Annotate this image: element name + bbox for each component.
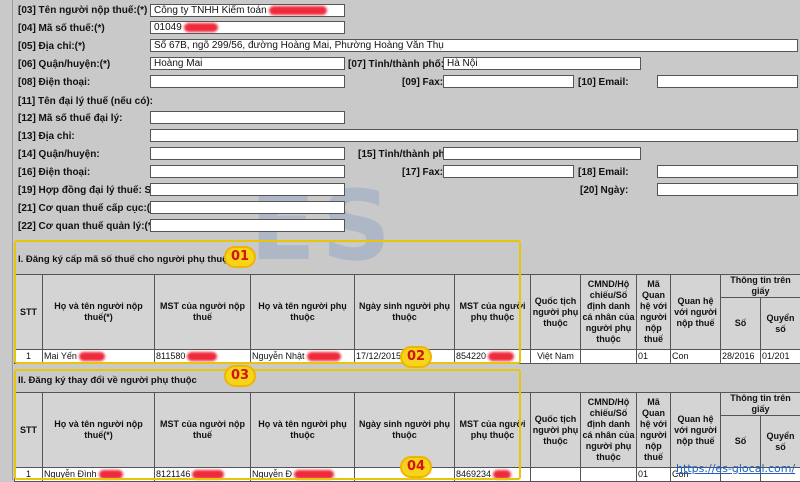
label-f22: [22] Cơ quan thuế quản lý:(*) bbox=[18, 221, 155, 233]
col-relation: Quan hệ với người nộp thuế bbox=[671, 275, 721, 350]
province-value: Hà Nội bbox=[447, 58, 478, 69]
tax-form-sheet: ES [03] Tên người nộp thuế:(*) Công ty T… bbox=[0, 0, 800, 480]
label-f03: [03] Tên người nộp thuế:(*) bbox=[18, 5, 147, 17]
agent-fax-field[interactable] bbox=[443, 165, 574, 178]
col-paper-info: Thông tin trên giấy bbox=[721, 275, 800, 298]
cell[interactable]: 28/2016 bbox=[721, 350, 761, 364]
agent-phone-field[interactable] bbox=[150, 165, 345, 178]
contract-number-field[interactable] bbox=[150, 183, 345, 196]
agent-tax-code-field[interactable] bbox=[150, 111, 345, 124]
taxpayer-name-value: Công ty TNHH Kiểm toán bbox=[154, 5, 267, 16]
label-f11: [11] Tên đại lý thuế (nếu có): bbox=[18, 96, 153, 108]
annotation-badge-03: 03 bbox=[224, 365, 256, 387]
annotation-badge-04: 04 bbox=[400, 456, 432, 478]
label-f15: [15] Tỉnh/thành phố: bbox=[358, 149, 454, 161]
address-value: Số 67B, ngõ 299/56, đường Hoàng Mai, Phư… bbox=[154, 40, 444, 51]
label-f13: [13] Địa chỉ: bbox=[18, 131, 75, 143]
agent-email-field[interactable] bbox=[657, 165, 798, 178]
highlight-box-section2 bbox=[14, 369, 521, 480]
label-f07: [07] Tỉnh/thành phố:(*) bbox=[348, 59, 455, 71]
col-paper-info: Thông tin trên giấy bbox=[721, 393, 800, 416]
agent-district-field[interactable] bbox=[150, 147, 345, 160]
agent-address-field[interactable] bbox=[150, 129, 798, 142]
highlight-box-section1 bbox=[14, 240, 521, 364]
redaction-mark bbox=[269, 6, 327, 15]
grid-line bbox=[12, 0, 13, 480]
label-f04: [04] Mã số thuế:(*) bbox=[18, 23, 105, 35]
label-f18: [18] Email: bbox=[578, 167, 629, 179]
col-nationality: Quốc tịch người phụ thuộc bbox=[531, 393, 581, 468]
redaction-mark bbox=[184, 23, 218, 32]
col-relation-code: Mã Quan hệ với người nộp thuế bbox=[637, 393, 671, 468]
label-f08: [08] Điện thoại: bbox=[18, 77, 90, 89]
tax-dept-field[interactable] bbox=[150, 201, 345, 214]
col-book-number: Quyển số bbox=[761, 298, 800, 350]
col-relation-code: Mã Quan hệ với người nộp thuế bbox=[637, 275, 671, 350]
cell[interactable]: 01 bbox=[637, 350, 671, 364]
district-field[interactable]: Hoàng Mai bbox=[150, 57, 345, 70]
district-value: Hoàng Mai bbox=[154, 58, 202, 69]
label-f17: [17] Fax: bbox=[402, 167, 443, 179]
cell[interactable] bbox=[581, 350, 637, 364]
annotation-badge-02: 02 bbox=[400, 346, 432, 368]
province-field[interactable]: Hà Nội bbox=[443, 57, 641, 70]
col-number: Số bbox=[721, 298, 761, 350]
cell[interactable]: 01 bbox=[637, 468, 671, 482]
col-nationality: Quốc tịch người phụ thuộc bbox=[531, 275, 581, 350]
col-relation: Quan hệ với người nộp thuế bbox=[671, 393, 721, 468]
label-f14: [14] Quận/huyện: bbox=[18, 149, 100, 161]
annotation-badge-01: 01 bbox=[224, 246, 256, 268]
col-id-number: CMND/Hộ chiếu/Số định danh cá nhân của n… bbox=[581, 275, 637, 350]
label-f16: [16] Điện thoại: bbox=[18, 167, 90, 179]
address-field[interactable]: Số 67B, ngõ 299/56, đường Hoàng Mai, Phư… bbox=[150, 39, 798, 52]
tax-authority-field[interactable] bbox=[150, 219, 345, 232]
label-f12: [12] Mã số thuế đại lý: bbox=[18, 113, 122, 125]
label-f10: [10] Email: bbox=[578, 77, 629, 89]
col-book-number: Quyển số bbox=[761, 416, 800, 468]
contract-date-field[interactable] bbox=[657, 183, 798, 196]
label-f20: [20] Ngày: bbox=[580, 185, 628, 197]
label-f19: [19] Hợp đồng đại lý thuế: Số: bbox=[18, 185, 161, 197]
agent-province-field[interactable] bbox=[443, 147, 641, 160]
email-field[interactable] bbox=[657, 75, 798, 88]
tax-code-value: 01049 bbox=[154, 22, 182, 33]
cell[interactable]: Con bbox=[671, 350, 721, 364]
cell[interactable]: 01/201 bbox=[761, 350, 800, 364]
cell[interactable] bbox=[531, 468, 581, 482]
label-f21: [21] Cơ quan thuế cấp cục:(*) bbox=[18, 203, 157, 215]
label-f05: [05] Địa chỉ:(*) bbox=[18, 41, 85, 53]
fax-field[interactable] bbox=[443, 75, 574, 88]
cell[interactable]: Việt Nam bbox=[531, 350, 581, 364]
source-url[interactable]: https://es-glocal.com/ bbox=[676, 462, 795, 475]
col-number: Số bbox=[721, 416, 761, 468]
taxpayer-name-field[interactable]: Công ty TNHH Kiểm toán bbox=[150, 4, 345, 17]
label-f06: [06] Quận/huyện:(*) bbox=[18, 59, 110, 71]
label-f09: [09] Fax: bbox=[402, 77, 443, 89]
cell[interactable] bbox=[581, 468, 637, 482]
tax-code-field[interactable]: 01049 bbox=[150, 21, 345, 34]
phone-field[interactable] bbox=[150, 75, 345, 88]
col-id-number: CMND/Hộ chiếu/Số định danh cá nhân của n… bbox=[581, 393, 637, 468]
